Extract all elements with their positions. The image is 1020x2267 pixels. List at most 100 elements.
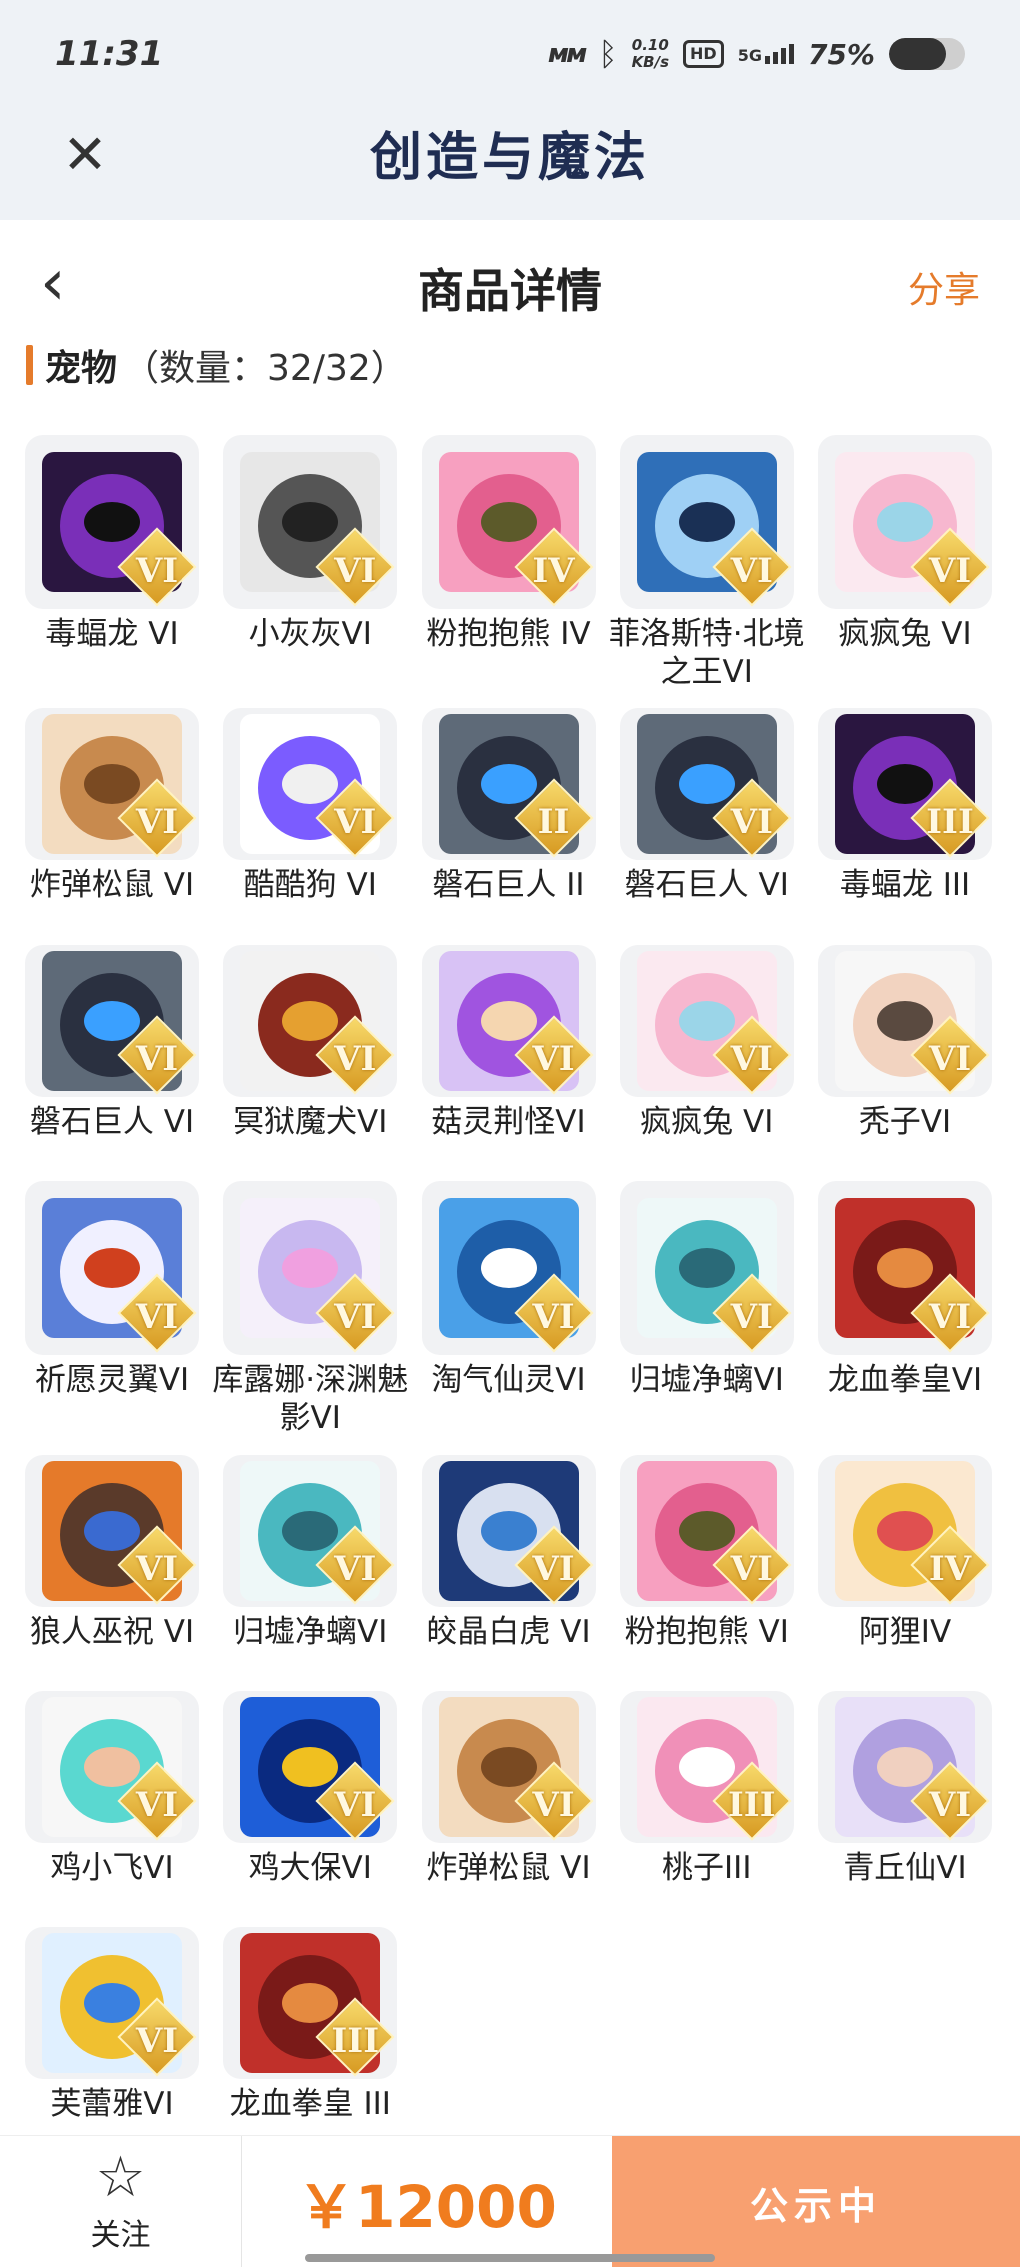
pet-thumbnail: III bbox=[619, 1691, 794, 1843]
rank-badge-text: VI bbox=[135, 2020, 179, 2061]
pet-thumbnail: VI bbox=[619, 945, 794, 1097]
pet-image-shape bbox=[282, 1510, 339, 1551]
pet-image-shape bbox=[282, 1982, 339, 2023]
pet-item[interactable]: VI 酷酷狗 VI bbox=[223, 708, 398, 945]
rank-badge-text: VI bbox=[334, 1297, 377, 1337]
pet-image-shape bbox=[480, 1510, 537, 1551]
pet-item[interactable]: VI 炸弹松鼠 VI bbox=[25, 708, 199, 945]
carrier-signal-icon: ᴍᴍ bbox=[547, 39, 587, 69]
pet-item[interactable]: III 桃子III bbox=[619, 1691, 794, 1927]
pet-image-shape bbox=[84, 1000, 140, 1041]
pet-name: 磐石巨人 VI bbox=[29, 1103, 195, 1140]
pet-thumbnail: VI bbox=[421, 1691, 596, 1843]
pet-thumbnail: VI bbox=[421, 1181, 596, 1355]
pet-item[interactable]: VI 芙蕾雅VI bbox=[25, 1927, 199, 2163]
pet-item[interactable]: VI 疯疯兔 VI bbox=[619, 945, 794, 1181]
pet-name: 阿狸IV bbox=[858, 1613, 952, 1650]
pet-image-shape bbox=[678, 1510, 735, 1551]
pet-item[interactable]: VI 菲洛斯特·北境之王VI bbox=[609, 435, 805, 708]
share-button[interactable]: 分享 bbox=[908, 261, 980, 313]
rank-badge-text: VI bbox=[928, 1038, 972, 1079]
pet-thumbnail: VI bbox=[619, 435, 794, 609]
app-header: ✕ 创造与魔法 bbox=[0, 105, 1020, 220]
pet-item[interactable]: VI 鸡小飞VI bbox=[25, 1691, 199, 1927]
pet-name: 鸡大保VI bbox=[248, 1849, 372, 1886]
pet-item[interactable]: II 磐石巨人 II bbox=[421, 708, 596, 945]
rank-badge-text: VI bbox=[730, 1548, 773, 1589]
pet-item[interactable]: VI 龙血拳皇VI bbox=[818, 1181, 992, 1455]
pet-thumbnail: VI bbox=[25, 1927, 199, 2079]
pet-item[interactable]: VI 粉抱抱熊 VI bbox=[619, 1455, 794, 1691]
pet-name: 青丘仙VI bbox=[843, 1849, 967, 1886]
rank-badge-text: VI bbox=[334, 1038, 377, 1079]
pet-item[interactable]: VI 秃子VI bbox=[818, 945, 992, 1181]
net-speed: 0.10 KB/s bbox=[632, 37, 669, 71]
pet-name: 祈愿灵翼VI bbox=[34, 1362, 190, 1398]
pet-item[interactable]: VI 归墟净螭VI bbox=[619, 1181, 794, 1455]
pet-image-shape bbox=[84, 764, 140, 805]
section-count: （数量：32/32） bbox=[123, 348, 407, 389]
pet-image-shape bbox=[84, 502, 140, 542]
pet-item[interactable]: III 毒蝠龙 III bbox=[818, 708, 992, 945]
pet-thumbnail: VI bbox=[25, 1181, 199, 1355]
pet-thumbnail: VI bbox=[818, 435, 992, 609]
pet-item[interactable]: VI 磐石巨人 VI bbox=[619, 708, 794, 945]
pet-name: 龙血拳皇VI bbox=[827, 1362, 983, 1398]
pet-item[interactable]: III 龙血拳皇 III bbox=[223, 1927, 398, 2163]
rank-badge-text: VI bbox=[334, 551, 377, 591]
pet-item[interactable]: IV 阿狸IV bbox=[818, 1455, 992, 1691]
pet-name: 归墟净螭VI bbox=[233, 1613, 388, 1650]
pet-name: 归墟净螭VI bbox=[629, 1362, 784, 1398]
section-name: 宠物 bbox=[45, 348, 118, 389]
pet-image-shape bbox=[84, 1746, 140, 1787]
pet-item[interactable]: VI 青丘仙VI bbox=[818, 1691, 992, 1927]
pet-item[interactable]: IV 粉抱抱熊 IV bbox=[421, 435, 596, 708]
follow-label: 关注 bbox=[90, 2218, 151, 2253]
pet-item[interactable]: VI 皎晶白虎 VI bbox=[421, 1455, 596, 1691]
rank-badge-text: VI bbox=[532, 1038, 575, 1079]
pet-name: 疯疯兔 VI bbox=[640, 1103, 774, 1140]
pet-item[interactable]: VI 鸡大保VI bbox=[223, 1691, 398, 1927]
pet-name: 炸弹松鼠 VI bbox=[29, 867, 195, 904]
pet-item[interactable]: VI 菇灵荆怪VI bbox=[421, 945, 596, 1181]
pet-image-shape bbox=[480, 1248, 537, 1288]
follow-button[interactable]: ☆ 关注 bbox=[0, 2136, 242, 2267]
pet-item[interactable]: VI 磐石巨人 VI bbox=[25, 945, 199, 1181]
status-button[interactable]: 公示中 bbox=[612, 2136, 1020, 2267]
pet-image-shape bbox=[480, 502, 537, 542]
rank-badge-text: III bbox=[331, 2020, 380, 2061]
pet-thumbnail: VI bbox=[223, 1181, 398, 1355]
battery-fill bbox=[889, 38, 946, 70]
pet-item[interactable]: VI 毒蝠龙 VI bbox=[25, 435, 199, 708]
pet-item[interactable]: VI 疯疯兔 VI bbox=[818, 435, 992, 708]
pet-item[interactable]: VI 祈愿灵翼VI bbox=[25, 1181, 199, 1455]
page-title: 商品详情 bbox=[418, 264, 602, 318]
rank-badge-text: VI bbox=[135, 1548, 179, 1589]
network-type: 5G bbox=[737, 46, 762, 65]
pet-name: 冥狱魔犬VI bbox=[233, 1103, 388, 1140]
rank-badge-text: VI bbox=[135, 551, 179, 591]
rank-badge-text: VI bbox=[532, 1784, 575, 1825]
pet-item[interactable]: VI 小灰灰VI bbox=[223, 435, 398, 708]
pet-item[interactable]: VI 归墟净螭VI bbox=[223, 1455, 398, 1691]
pet-image-shape bbox=[877, 1510, 933, 1551]
rank-badge-text: VI bbox=[928, 1784, 972, 1825]
pet-item[interactable]: VI 淘气仙灵VI bbox=[421, 1181, 596, 1455]
pet-image-shape bbox=[678, 1746, 735, 1787]
rank-badge-text: III bbox=[727, 1784, 776, 1825]
pet-thumbnail: VI bbox=[223, 1691, 398, 1843]
signal-bar bbox=[772, 52, 778, 64]
pet-name: 磐石巨人 VI bbox=[624, 867, 789, 904]
star-icon: ☆ bbox=[95, 2145, 146, 2210]
pet-item[interactable]: VI 库露娜·深渊魅影VI bbox=[212, 1181, 408, 1455]
section-header: 宠物 （数量：32/32） bbox=[26, 340, 407, 390]
signal-bar bbox=[764, 56, 770, 64]
pet-name: 库露娜·深渊魅影VI bbox=[212, 1362, 409, 1436]
pet-image-shape bbox=[480, 764, 537, 805]
pet-image-shape bbox=[282, 1000, 339, 1041]
pet-item[interactable]: VI 狼人巫祝 VI bbox=[25, 1455, 199, 1691]
pet-image-shape bbox=[678, 764, 735, 805]
pet-item[interactable]: VI 炸弹松鼠 VI bbox=[421, 1691, 596, 1927]
pet-item[interactable]: VI 冥狱魔犬VI bbox=[223, 945, 398, 1181]
pet-name: 毒蝠龙 VI bbox=[45, 616, 179, 652]
